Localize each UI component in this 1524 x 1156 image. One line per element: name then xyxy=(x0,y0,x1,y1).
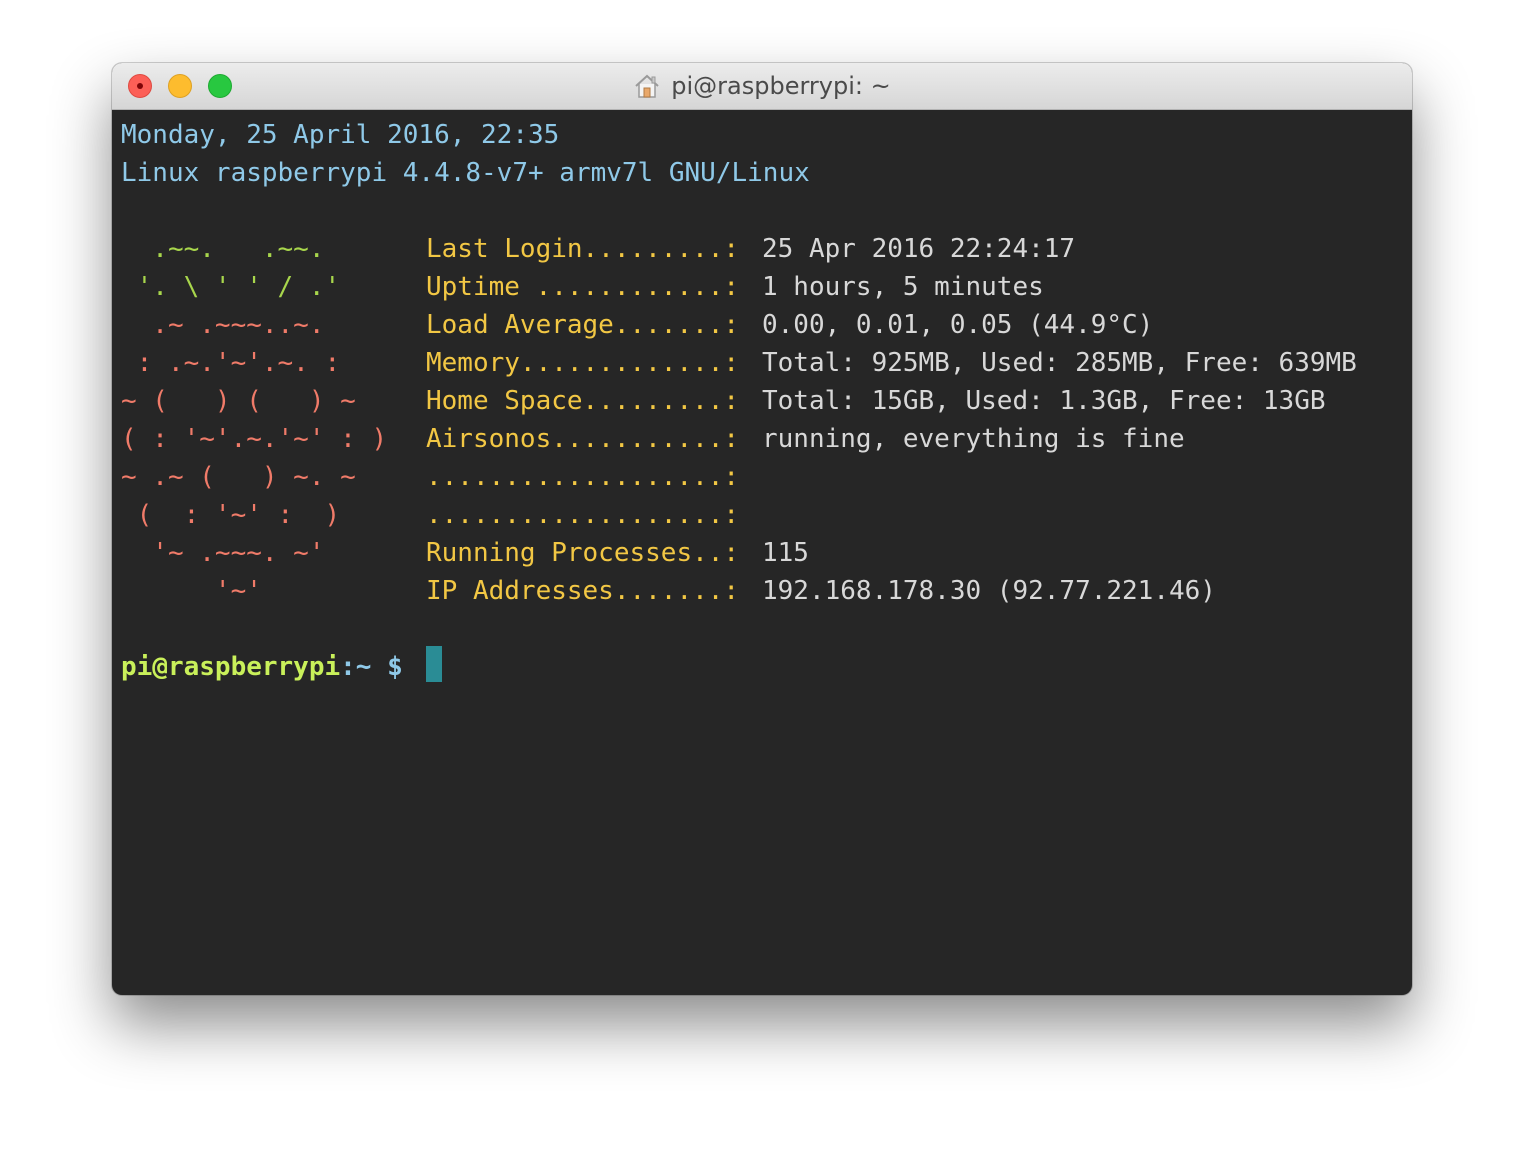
info-value: 0.00, 0.01, 0.05 (44.9°C) xyxy=(762,310,1154,340)
info-value: 25 Apr 2016 22:24:17 xyxy=(762,234,1076,264)
info-label: Airsonos...........: xyxy=(426,424,740,454)
info-value: Total: 15GB, Used: 1.3GB, Free: 13GB xyxy=(762,386,1326,416)
logo-line: '~' xyxy=(121,576,262,606)
shell-prompt: pi@raspberrypi:~ $ xyxy=(121,648,403,686)
logo-line: .~~. .~~. xyxy=(121,234,325,264)
info-value: 1 hours, 5 minutes xyxy=(762,272,1044,302)
info-value: running, everything is fine xyxy=(762,424,1185,454)
logo-line: ~ .~ ( ) ~. ~ xyxy=(121,462,356,492)
logo-line: ( : '~'.~.'~' : ) xyxy=(121,424,388,454)
info-label: Uptime ............: xyxy=(426,272,740,302)
info-label: Home Space.........: xyxy=(426,386,740,416)
date-line: Monday, 25 April 2016, 22:35 xyxy=(121,120,560,150)
logo-line: .~ .~~~..~. xyxy=(121,310,325,340)
system-line: Linux raspberrypi 4.4.8-v7+ armv7l GNU/L… xyxy=(121,158,810,188)
info-label: ...................: xyxy=(426,500,740,530)
info-label: Memory.............: xyxy=(426,348,740,378)
info-label: Load Average.......: xyxy=(426,310,740,340)
logo-line: '. \ ' ' / .' xyxy=(121,272,341,302)
prompt-user-host: pi@raspberrypi xyxy=(121,652,341,682)
window-title-text: pi@raspberrypi: ~ xyxy=(671,72,891,100)
info-value: Total: 925MB, Used: 285MB, Free: 639MB xyxy=(762,348,1357,378)
info-label: ...................: xyxy=(426,462,740,492)
info-value: 115 xyxy=(762,538,809,568)
terminal-window: pi@raspberrypi: ~ Monday, 25 April 2016,… xyxy=(112,63,1412,995)
prompt-path: :~ $ xyxy=(340,652,403,682)
terminal-content[interactable]: Monday, 25 April 2016, 22:35 Linux raspb… xyxy=(112,110,1412,995)
info-value: 192.168.178.30 (92.77.221.46) xyxy=(762,576,1216,606)
info-label: Last Login.........: xyxy=(426,234,740,264)
title-bar[interactable]: pi@raspberrypi: ~ xyxy=(112,63,1412,110)
window-title: pi@raspberrypi: ~ xyxy=(112,63,1412,109)
home-icon xyxy=(635,74,659,98)
logo-line: : .~.'~'.~. : xyxy=(121,348,341,378)
text-cursor[interactable] xyxy=(426,646,442,682)
info-label: IP Addresses.......: xyxy=(426,576,740,606)
info-label: Running Processes..: xyxy=(426,538,740,568)
logo-line: ( : '~' : ) xyxy=(121,500,341,530)
logo-line: '~ .~~~. ~' xyxy=(121,538,325,568)
logo-line: ~ ( ) ( ) ~ xyxy=(121,386,356,416)
